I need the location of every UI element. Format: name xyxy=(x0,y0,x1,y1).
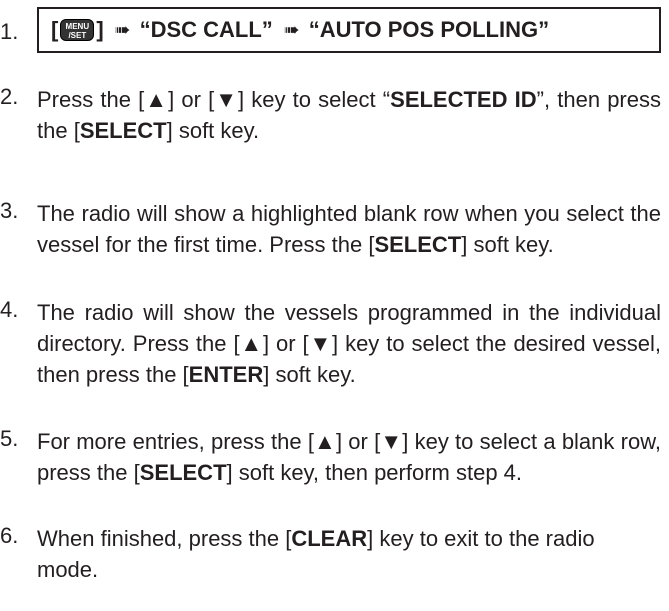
step-text: The radio will show a highlighted blank … xyxy=(37,201,661,257)
key-label-line2: /SET xyxy=(68,31,87,40)
clear-key-label: CLEAR xyxy=(291,526,368,551)
key-label-line1: MENU xyxy=(65,22,90,31)
menu-item-dsc-call: “DSC CALL” xyxy=(139,17,273,42)
step-number: 6. xyxy=(0,523,19,548)
menu-path-box: [ MENU /SET ] ➠ “DSC CALL” ➠ “AUTO POS P… xyxy=(37,7,661,53)
step-number: 3. xyxy=(0,198,19,223)
step-number: 4. xyxy=(0,297,19,322)
select-key-label: SELECT xyxy=(139,460,227,485)
step-text: Press the [▲] or [▼] key to select “SELE… xyxy=(37,87,661,143)
selected-id-label: SELECTED ID xyxy=(390,87,537,112)
select-key-label: SELECT xyxy=(374,232,462,257)
menu-set-key-icon: MENU /SET xyxy=(60,19,95,41)
open-bracket: [ xyxy=(51,17,59,42)
close-bracket: ] xyxy=(96,17,104,42)
menu-item-auto-pos-polling: “AUTO POS POLLING” xyxy=(308,17,550,42)
step-text: For more entries, press the [▲] or [▼] k… xyxy=(37,429,661,485)
step-text: When finished, press the [CLEAR] key to … xyxy=(37,526,595,582)
step-number: 2. xyxy=(0,84,19,109)
step-text: The radio will show the vessels programm… xyxy=(37,300,661,387)
enter-key-label: ENTER xyxy=(188,362,264,387)
step-number: 5. xyxy=(0,426,19,451)
arrow-right-icon: ➠ xyxy=(283,19,300,41)
select-key-label: SELECT xyxy=(79,118,167,143)
arrow-right-icon: ➠ xyxy=(114,19,131,41)
step-number: 1. xyxy=(0,19,19,44)
